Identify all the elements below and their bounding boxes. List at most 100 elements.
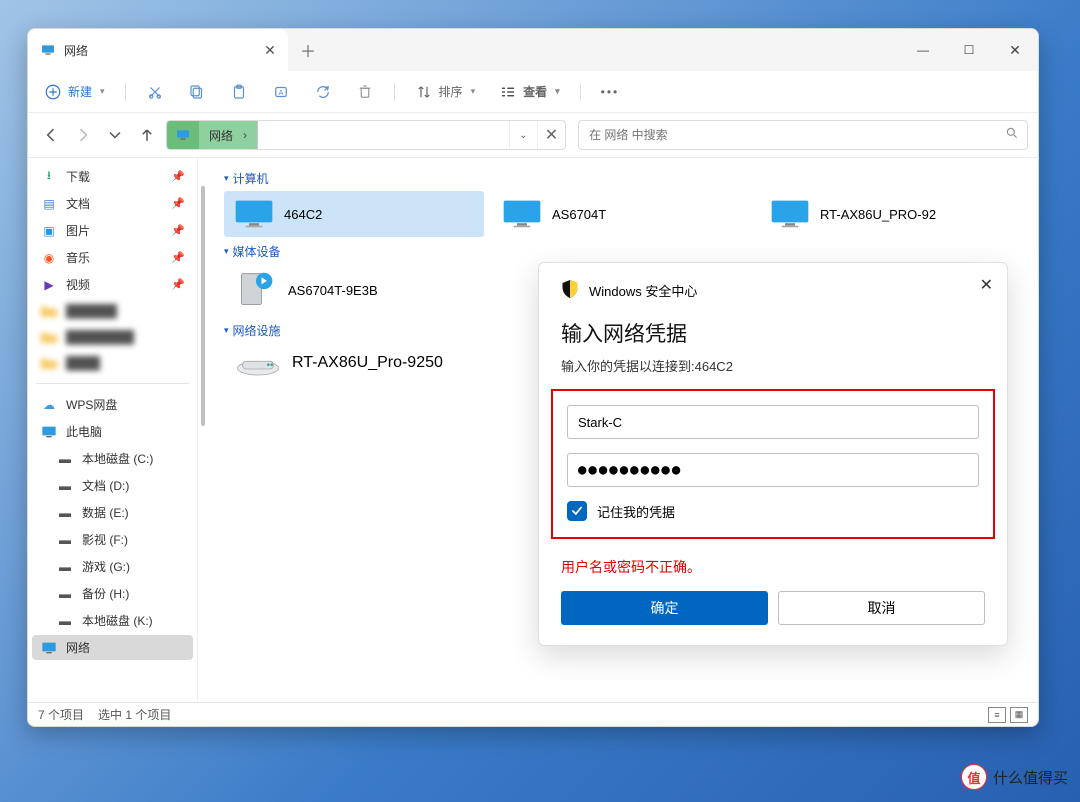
username-field[interactable]: [567, 405, 979, 439]
password-field[interactable]: ●●●●●●●●●●: [567, 453, 979, 487]
sidebar-item-thispc[interactable]: 此电脑: [32, 419, 193, 444]
sidebar-item-hidden[interactable]: ██████: [32, 299, 193, 323]
sidebar-item-drive-h[interactable]: ▬备份 (H:): [32, 581, 193, 606]
address-dropdown-button[interactable]: ⌄: [509, 121, 537, 149]
monitor-icon: [770, 199, 810, 229]
pin-icon: 📌: [171, 170, 185, 183]
close-window-button[interactable]: ✕: [992, 29, 1038, 71]
pin-icon: 📌: [171, 197, 185, 210]
delete-button[interactable]: [348, 77, 382, 107]
drive-icon: ▬: [56, 559, 74, 575]
pc-icon: [40, 424, 58, 440]
share-button[interactable]: [306, 77, 340, 107]
sidebar-item-drive-g[interactable]: ▬游戏 (G:): [32, 554, 193, 579]
network-icon: [40, 640, 58, 656]
status-item-count: 7 个项目: [38, 706, 84, 723]
pictures-icon: ▣: [40, 223, 58, 239]
view-button[interactable]: 查看▾: [491, 77, 568, 107]
copy-button[interactable]: [180, 77, 214, 107]
close-dialog-button[interactable]: ✕: [980, 275, 993, 295]
network-icon: [40, 42, 56, 58]
search-icon: [1005, 126, 1019, 145]
chevron-down-icon: ▾: [224, 325, 229, 336]
maximize-button[interactable]: ☐: [946, 29, 992, 71]
sidebar-item-music[interactable]: ◉音乐📌: [32, 245, 193, 270]
download-icon: ⭳: [40, 169, 58, 185]
highlight-box: ●●●●●●●●●● 记住我的凭据: [551, 389, 995, 539]
sidebar-item-videos[interactable]: ▶视频📌: [32, 272, 193, 297]
sidebar-item-wps[interactable]: ☁WPS网盘: [32, 392, 193, 417]
recent-button[interactable]: [102, 122, 128, 148]
folder-icon: [40, 329, 58, 345]
dialog-subtitle: 输入你的凭据以连接到:464C2: [561, 356, 985, 375]
computer-item-selected[interactable]: 464C2: [224, 191, 484, 237]
video-icon: ▶: [40, 277, 58, 293]
sidebar-item-drive-d[interactable]: ▬文档 (D:): [32, 473, 193, 498]
new-tab-button[interactable]: ＋: [288, 29, 328, 71]
sidebar-item-drive-e[interactable]: ▬数据 (E:): [32, 500, 193, 525]
drive-icon: ▬: [56, 613, 74, 629]
computer-item[interactable]: AS6704T: [492, 191, 752, 237]
shield-icon: [561, 279, 579, 302]
toolbar: 新建▾ A 排序▾ 查看▾ •••: [28, 71, 1038, 113]
sidebar-item-downloads[interactable]: ⭳下载📌: [32, 164, 193, 189]
breadcrumb-network[interactable]: 网络 ›: [199, 121, 258, 149]
sidebar-item-documents[interactable]: ▤文档📌: [32, 191, 193, 216]
cloud-icon: ☁: [40, 397, 58, 413]
explorer-window: 网络 ✕ ＋ — ☐ ✕ 新建▾ A 排序▾ 查看▾ •••: [27, 28, 1039, 727]
tab-network[interactable]: 网络 ✕: [28, 29, 288, 71]
tab-bar: 网络 ✕ ＋ — ☐ ✕: [28, 29, 1038, 71]
more-button[interactable]: •••: [593, 79, 628, 105]
sidebar-item-pictures[interactable]: ▣图片📌: [32, 218, 193, 243]
monitor-icon: [234, 199, 274, 229]
sidebar-item-drive-k[interactable]: ▬本地磁盘 (K:): [32, 608, 193, 633]
dialog-title: 输入网络凭据: [561, 318, 985, 348]
sort-button[interactable]: 排序▾: [407, 77, 484, 107]
forward-button[interactable]: [70, 122, 96, 148]
dialog-header: Windows 安全中心: [561, 279, 985, 302]
group-header-media[interactable]: ▾媒体设备: [224, 243, 1024, 260]
address-icon: [167, 121, 199, 149]
sidebar-item-hidden[interactable]: ████: [32, 351, 193, 375]
content-pane: ▾计算机 464C2 AS6704T RT-AX86U_PRO-92 ▾媒体设备: [198, 158, 1038, 702]
drive-icon: ▬: [56, 532, 74, 548]
cut-button[interactable]: [138, 77, 172, 107]
window-controls: — ☐ ✕: [900, 29, 1038, 71]
drive-icon: ▬: [56, 451, 74, 467]
svg-text:A: A: [278, 88, 283, 97]
minimize-button[interactable]: —: [900, 29, 946, 71]
details-view-button[interactable]: ≡: [988, 707, 1006, 723]
address-refresh-button[interactable]: ✕: [537, 121, 565, 149]
sidebar-item-network[interactable]: 网络: [32, 635, 193, 660]
scrollbar-thumb[interactable]: [201, 186, 205, 426]
pin-icon: 📌: [171, 251, 185, 264]
rename-button[interactable]: A: [264, 77, 298, 107]
search-box[interactable]: [578, 120, 1028, 150]
pin-icon: 📌: [171, 278, 185, 291]
group-header-computers[interactable]: ▾计算机: [224, 170, 1024, 187]
ok-button[interactable]: 确定: [561, 591, 768, 625]
computer-item[interactable]: RT-AX86U_PRO-92: [760, 191, 1020, 237]
sidebar-item-drive-f[interactable]: ▬影视 (F:): [32, 527, 193, 552]
close-tab-icon[interactable]: ✕: [264, 42, 276, 59]
sidebar-item-hidden[interactable]: ████████: [32, 325, 193, 349]
drive-icon: ▬: [56, 505, 74, 521]
up-button[interactable]: [134, 122, 160, 148]
search-input[interactable]: [587, 127, 999, 143]
icons-view-button[interactable]: ▦: [1010, 707, 1028, 723]
music-icon: ◉: [40, 250, 58, 266]
status-bar: 7 个项目 选中 1 个项目 ≡ ▦: [28, 702, 1038, 726]
new-button[interactable]: 新建▾: [36, 77, 113, 107]
watermark: 值 什么值得买: [961, 764, 1068, 790]
sidebar: ⭳下载📌 ▤文档📌 ▣图片📌 ◉音乐📌 ▶视频📌 ██████ ████████…: [28, 158, 198, 702]
sidebar-item-drive-c[interactable]: ▬本地磁盘 (C:): [32, 446, 193, 471]
remember-checkbox[interactable]: 记住我的凭据: [567, 501, 979, 521]
navigation-bar: 网络 › ⌄ ✕: [28, 113, 1038, 157]
address-bar[interactable]: 网络 › ⌄ ✕: [166, 120, 566, 150]
paste-button[interactable]: [222, 77, 256, 107]
cancel-button[interactable]: 取消: [778, 591, 985, 625]
back-button[interactable]: [38, 122, 64, 148]
folder-icon: [40, 303, 58, 319]
folder-icon: [40, 355, 58, 371]
pin-icon: 📌: [171, 224, 185, 237]
